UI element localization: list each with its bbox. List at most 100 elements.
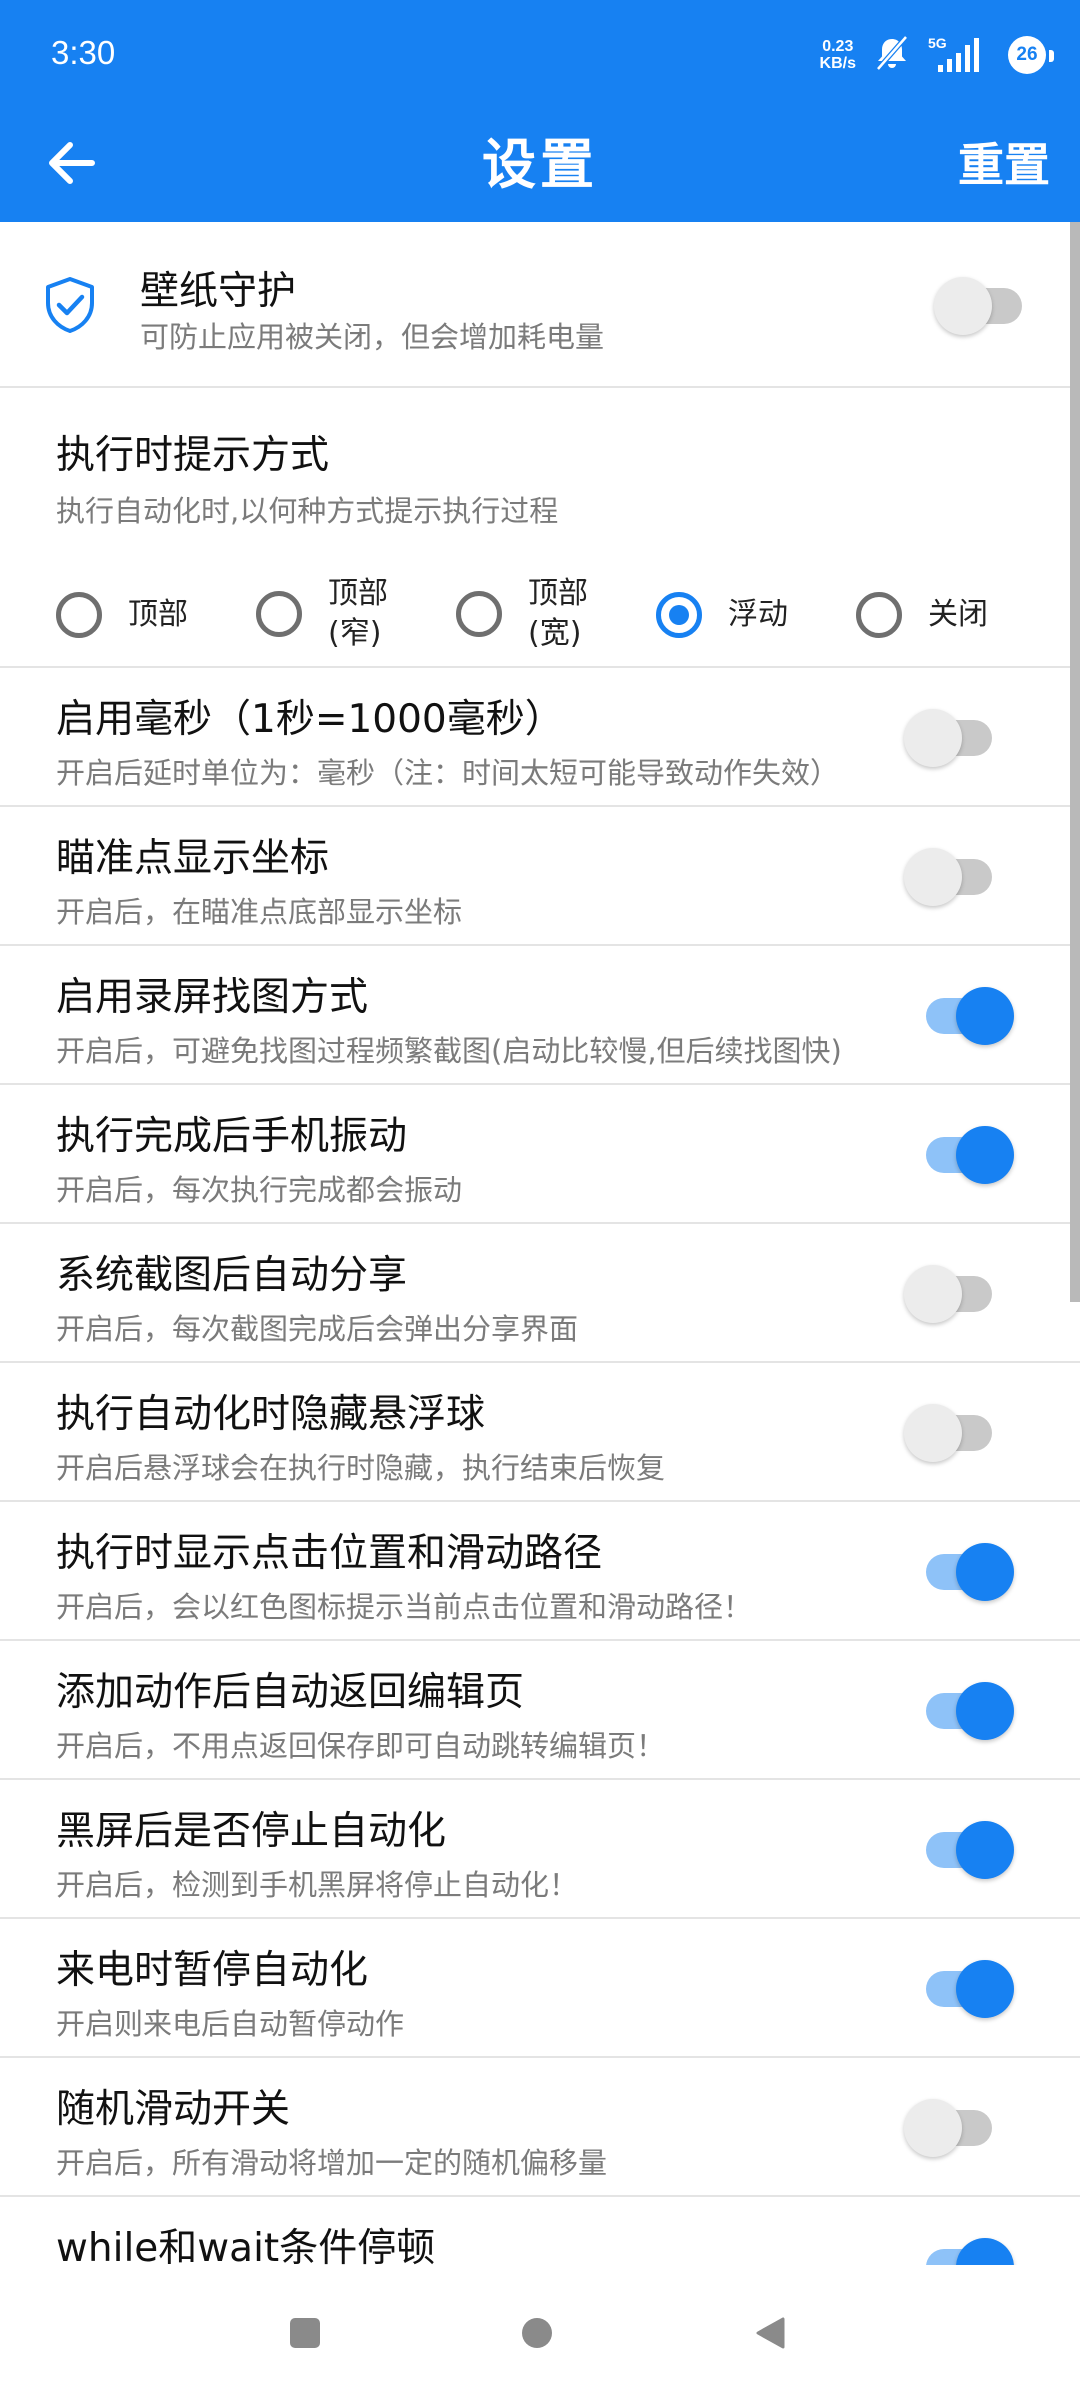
setting-desc: 可防止应用被关闭，但会增加耗电量	[140, 320, 605, 354]
toggle-thumb	[904, 1265, 962, 1323]
radio-label: 顶部 (窄)	[328, 576, 388, 651]
setting-title: 随机滑动开关	[56, 2087, 291, 2132]
setting-row: while和wait条件停顿	[0, 2197, 1080, 2265]
setting-toggle[interactable]	[904, 1404, 992, 1462]
setting-wallpaper-guard: 壁纸守护 可防止应用被关闭，但会增加耗电量	[0, 222, 1080, 388]
setting-row: 随机滑动开关 开启后，所有滑动将增加一定的随机偏移量	[0, 2058, 1080, 2197]
setting-toggle[interactable]	[904, 1265, 992, 1323]
setting-title: 瞄准点显示坐标	[56, 836, 330, 881]
setting-toggle[interactable]	[904, 2099, 992, 2157]
navigation-bar	[0, 2265, 1080, 2400]
setting-title: 系统截图后自动分享	[56, 1253, 408, 1298]
net-speed: 0.23 KB/s	[820, 38, 856, 72]
net-speed-value: 0.23	[822, 38, 854, 55]
setting-toggle[interactable]	[926, 987, 1014, 1045]
triangle-back-icon	[753, 2316, 787, 2354]
scrollbar[interactable]	[1070, 222, 1080, 1302]
radio-circle	[256, 591, 302, 637]
setting-toggle[interactable]	[926, 1821, 1014, 1879]
toggle-thumb	[956, 1543, 1014, 1601]
setting-desc: 开启后，可避免找图过程频繁截图(启动比较慢,但后续找图快)	[56, 1034, 842, 1068]
recent-apps-button[interactable]	[275, 2305, 335, 2365]
setting-title: while和wait条件停顿	[56, 2226, 436, 2265]
setting-desc: 开启后，每次截图完成后会弹出分享界面	[56, 1312, 579, 1346]
setting-toggle[interactable]	[926, 1543, 1014, 1601]
toggle-thumb	[904, 709, 962, 767]
wallpaper-guard-toggle[interactable]	[934, 277, 1022, 335]
radio-circle	[456, 591, 502, 637]
setting-desc: 开启后，检测到手机黑屏将停止自动化！	[56, 1868, 579, 1902]
setting-desc: 开启后，会以红色图标提示当前点击位置和滑动路径！	[56, 1590, 753, 1624]
setting-toggle[interactable]	[904, 709, 992, 767]
setting-toggle[interactable]	[926, 2238, 1014, 2265]
setting-title: 来电时暂停自动化	[56, 1948, 369, 1993]
setting-row: 执行时显示点击位置和滑动路径开启后，会以红色图标提示当前点击位置和滑动路径！	[0, 1502, 1080, 1641]
home-button[interactable]	[507, 2305, 567, 2365]
setting-desc: 开启后，每次执行完成都会振动	[56, 1173, 463, 1207]
setting-title: 启用录屏找图方式	[56, 975, 369, 1020]
setting-row: 系统截图后自动分享开启后，每次截图完成后会弹出分享界面	[0, 1224, 1080, 1363]
prompt-mode-option[interactable]: 顶部	[56, 592, 188, 638]
toggle-thumb	[904, 848, 962, 906]
circle-icon	[520, 2316, 554, 2354]
prompt-mode-option[interactable]: 浮动	[656, 592, 788, 638]
setting-title: 添加动作后自动返回编辑页	[56, 1670, 525, 1715]
setting-title: 壁纸守护	[140, 269, 297, 314]
battery-indicator: 26	[1008, 32, 1054, 78]
setting-toggle[interactable]	[926, 1960, 1014, 2018]
setting-row: 启用毫秒（1秒=1000毫秒） 开启后延时单位为：毫秒（注：时间太短可能导致动作失…	[0, 668, 1080, 807]
app-bar: 设置 重置	[0, 108, 1080, 222]
square-icon	[288, 2316, 322, 2354]
page-title: 设置	[482, 133, 598, 196]
setting-row: 添加动作后自动返回编辑页开启后，不用点返回保存即可自动跳转编辑页！	[0, 1641, 1080, 1780]
toggle-thumb	[904, 1404, 962, 1462]
radio-label: 关闭	[928, 597, 988, 632]
prompt-mode-option[interactable]: 顶部 (宽)	[456, 574, 588, 654]
setting-title: 执行时显示点击位置和滑动路径	[56, 1531, 603, 1576]
setting-row: 执行完成后手机振动开启后，每次执行完成都会振动	[0, 1085, 1080, 1224]
toggle-thumb	[956, 1682, 1014, 1740]
toggle-thumb	[956, 1821, 1014, 1879]
status-icons: 0.23 KB/s 5G 26	[820, 30, 1054, 80]
setting-row: 执行自动化时隐藏悬浮球 开启后悬浮球会在执行时隐藏，执行结束后恢复	[0, 1363, 1080, 1502]
setting-desc: 执行自动化时,以何种方式提示执行过程	[56, 494, 559, 528]
battery-level: 26	[1008, 36, 1046, 74]
setting-prompt-mode: 执行时提示方式 执行自动化时,以何种方式提示执行过程 顶部 顶部 (窄) 顶部 (宽…	[0, 388, 1080, 668]
setting-desc: 开启后悬浮球会在执行时隐藏，执行结束后恢复	[56, 1451, 666, 1485]
setting-title: 黑屏后是否停止自动化	[56, 1809, 447, 1854]
setting-title: 启用毫秒（1秒=1000毫秒）	[56, 697, 564, 742]
bell-muted-icon	[872, 33, 912, 77]
setting-desc: 开启则来电后自动暂停动作	[56, 2007, 405, 2041]
setting-title: 执行时提示方式	[56, 433, 330, 478]
setting-desc: 开启后延时单位为：毫秒（注：时间太短可能导致动作失效）	[56, 756, 840, 790]
net-speed-unit: KB/s	[819, 55, 856, 72]
setting-desc: 开启后，不用点返回保存即可自动跳转编辑页！	[56, 1729, 666, 1763]
radio-circle	[856, 592, 902, 638]
battery-tip	[1049, 50, 1054, 62]
radio-label: 顶部 (宽)	[528, 576, 588, 651]
toggle-thumb	[934, 277, 992, 335]
toggle-thumb	[956, 2238, 1014, 2265]
setting-desc: 开启后，在瞄准点底部显示坐标	[56, 895, 463, 929]
setting-toggle[interactable]	[926, 1126, 1014, 1184]
setting-row: 黑屏后是否停止自动化开启后，检测到手机黑屏将停止自动化！	[0, 1780, 1080, 1919]
radio-label: 顶部	[128, 597, 188, 632]
setting-row: 来电时暂停自动化开启则来电后自动暂停动作	[0, 1919, 1080, 2058]
radio-label: 浮动	[728, 597, 788, 632]
signal-group: 5G	[928, 35, 992, 75]
toggle-thumb	[956, 1126, 1014, 1184]
setting-toggle[interactable]	[904, 848, 992, 906]
status-bar: 3:30 0.23 KB/s 5G 26	[0, 0, 1080, 108]
setting-row: 瞄准点显示坐标开启后，在瞄准点底部显示坐标	[0, 807, 1080, 946]
settings-list[interactable]: 壁纸守护 可防止应用被关闭，但会增加耗电量 执行时提示方式 执行自动化时,以何种…	[0, 222, 1080, 2265]
radio-circle	[56, 592, 102, 638]
prompt-mode-option[interactable]: 顶部 (窄)	[256, 574, 388, 654]
prompt-mode-option[interactable]: 关闭	[856, 592, 988, 638]
toggle-thumb	[956, 987, 1014, 1045]
setting-row: 启用录屏找图方式开启后，可避免找图过程频繁截图(启动比较慢,但后续找图快)	[0, 946, 1080, 1085]
system-back-button[interactable]	[740, 2305, 800, 2365]
setting-toggle[interactable]	[926, 1682, 1014, 1740]
setting-title: 执行完成后手机振动	[56, 1114, 408, 1159]
shield-check-icon	[44, 276, 96, 338]
reset-button[interactable]: 重置	[958, 108, 1050, 222]
